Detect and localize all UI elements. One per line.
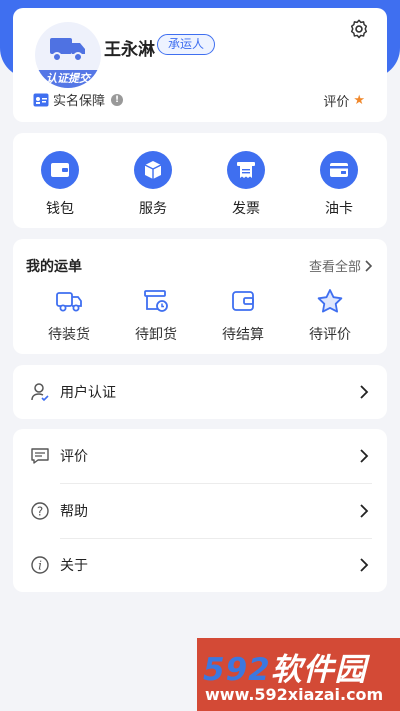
avatar[interactable]: 认证提交 (35, 22, 101, 88)
user-verification-row[interactable]: 用户认证 (13, 365, 387, 419)
unload-clock-icon (144, 290, 168, 312)
watermark-brand-number: 592 (203, 652, 271, 688)
order-to-settle-label: 待结算 (222, 327, 264, 343)
chevron-right-icon (360, 504, 369, 518)
menu-item-about[interactable]: i 关于 (13, 538, 387, 592)
menu-item-help-label: 帮助 (60, 504, 88, 520)
info-circle-icon: i (31, 556, 49, 574)
comment-icon (31, 448, 49, 464)
chevron-right-icon (360, 385, 369, 399)
truck-icon (56, 292, 82, 312)
role-badge: 承运人 (157, 34, 216, 55)
menu-item-help[interactable]: ? 帮助 (13, 484, 387, 538)
menu-item-rating-label: 评价 (60, 449, 88, 465)
order-to-unload-label: 待卸货 (135, 327, 177, 343)
avatar-badge: 认证提交 (35, 70, 101, 88)
info-glyph: i (38, 559, 42, 573)
wallet-label: 钱包 (46, 201, 74, 217)
invoice-label: 发票 (232, 201, 260, 217)
service-button[interactable]: 服务 (123, 151, 183, 218)
help-glyph: ? (37, 505, 43, 519)
order-to-unload[interactable]: 待卸货 (121, 288, 191, 344)
order-to-settle[interactable]: 待结算 (208, 288, 278, 344)
view-all-link[interactable]: 查看全部 (309, 256, 372, 275)
orders-title: 我的运单 (26, 259, 82, 275)
card-icon (320, 151, 358, 189)
site-watermark: 592软件园 www.592xiazai.com (197, 638, 400, 711)
wallet-button[interactable]: 钱包 (30, 151, 90, 218)
rating[interactable]: 评价 ★ (323, 91, 365, 110)
box-icon (134, 151, 172, 189)
menu-item-about-label: 关于 (60, 558, 88, 574)
id-card-icon (33, 93, 49, 106)
gear-icon[interactable] (348, 18, 370, 40)
order-to-load[interactable]: 待装货 (34, 288, 104, 344)
realname-guarantee[interactable]: 实名保障 ! (33, 90, 124, 109)
fuel-card-label: 油卡 (325, 201, 353, 217)
chevron-right-icon (360, 558, 369, 572)
chevron-right-icon (365, 259, 372, 272)
service-label: 服务 (139, 201, 167, 217)
user-check-icon (31, 383, 49, 402)
help-icon: ? (31, 502, 49, 520)
my-orders: 我的运单 查看全部 待装货 待卸货 待结算 待评价 (13, 239, 387, 354)
profile-card: 认证提交 王永淋 承运人 实名保障 ! 评价 ★ (13, 8, 387, 122)
user-name: 王永淋 (104, 40, 155, 60)
truck-avatar-icon (50, 38, 85, 62)
fuel-card-button[interactable]: 油卡 (309, 151, 369, 218)
menu-item-rating[interactable]: 评价 (13, 429, 387, 483)
info-icon[interactable]: ! (111, 93, 124, 106)
settings-menu: 评价 ? 帮助 i 关于 (13, 429, 387, 592)
star-outline-icon (317, 289, 343, 313)
chevron-right-icon (360, 449, 369, 463)
wallet-outline-icon (232, 291, 254, 311)
view-all-label: 查看全部 (308, 260, 361, 275)
user-verification-label: 用户认证 (60, 385, 116, 401)
invoice-button[interactable]: 发票 (216, 151, 276, 218)
rating-label: 评价 (323, 95, 350, 110)
order-to-rate[interactable]: 待评价 (295, 288, 365, 344)
watermark-brand: 592软件园 (203, 644, 367, 689)
user-verification-card: 用户认证 (13, 365, 387, 419)
watermark-url: www.592xiazai.com (205, 685, 384, 704)
realname-label: 实名保障 (53, 94, 106, 109)
watermark-brand-text: 软件园 (270, 652, 367, 688)
order-to-rate-label: 待评价 (309, 327, 351, 343)
quick-actions: 钱包 服务 发票 油卡 (13, 133, 387, 228)
invoice-icon (227, 151, 265, 189)
star-icon: ★ (353, 93, 365, 108)
wallet-icon (41, 151, 79, 189)
order-to-load-label: 待装货 (48, 327, 90, 343)
